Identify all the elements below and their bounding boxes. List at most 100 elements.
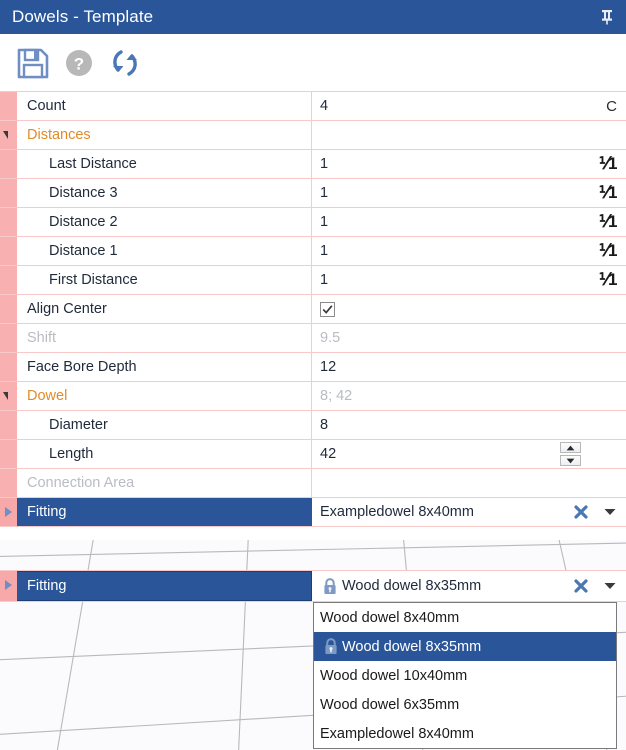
caret-down-icon [566, 458, 575, 463]
property-value-text: 1 [320, 214, 329, 230]
property-row[interactable]: Fitting Exampledowel 8x40mm [0, 498, 626, 527]
expander-expanded-icon[interactable] [3, 131, 8, 139]
property-value-text: 1 [320, 185, 329, 201]
property-value[interactable]: 1 [312, 208, 586, 236]
row-gutter [0, 179, 17, 207]
property-row[interactable]: Connection Area [0, 469, 626, 498]
stepper-up-button[interactable] [560, 442, 581, 453]
property-value[interactable]: 4 [312, 92, 586, 120]
property-value-text: 1 [320, 243, 329, 259]
property-value-text: 1 [320, 156, 329, 172]
refresh-arrows-icon [113, 49, 137, 76]
value-column-header: C [606, 97, 617, 115]
property-name: Length [17, 440, 312, 468]
property-value[interactable] [312, 295, 586, 323]
property-value[interactable]: 8 [312, 411, 586, 439]
row-gutter [0, 411, 17, 439]
property-row[interactable]: First Distance 1 ⅟1 [0, 266, 626, 295]
dropdown-item-label: Wood dowel 10x40mm [320, 667, 468, 684]
property-row[interactable]: Count 4 C [0, 91, 626, 121]
window-titlebar[interactable]: Dowels - Template [0, 0, 626, 34]
property-value-text: 8; 42 [320, 388, 353, 404]
stepper-down-button[interactable] [560, 455, 581, 466]
property-row[interactable]: Last Distance 1 ⅟1 [0, 150, 626, 179]
property-row[interactable]: Shift 9.5 [0, 324, 626, 353]
refresh-button[interactable] [102, 40, 148, 86]
property-value-text: 9.5 [320, 330, 341, 346]
property-row[interactable]: Distance 3 1 ⅟1 [0, 179, 626, 208]
property-value[interactable]: 1 [312, 266, 586, 294]
row-gutter [0, 440, 17, 468]
property-row[interactable]: Diameter 8 [0, 411, 626, 440]
svg-text:?: ? [74, 54, 84, 73]
unit-cell: ⅟1 [586, 150, 626, 178]
property-value-text: 8 [320, 417, 329, 433]
pin-icon[interactable] [592, 0, 622, 34]
property-value[interactable]: 8; 42 [312, 382, 586, 410]
property-name: Align Center [17, 295, 312, 323]
lower-fitting-label: Fitting [17, 571, 312, 601]
property-value[interactable]: 42 [312, 440, 586, 468]
checkmark-icon [322, 304, 333, 314]
dropdown-item[interactable]: Wood dowel 6x35mm [314, 690, 616, 719]
lower-fitting-combo[interactable]: Wood dowel 8x35mm [312, 571, 626, 601]
dropdown-item-label: Wood dowel 8x40mm [320, 609, 460, 626]
toolbar: ? [0, 34, 626, 91]
dropdown-item[interactable]: Wood dowel 8x40mm [314, 603, 616, 632]
property-value[interactable]: 1 [312, 179, 586, 207]
fraction-unit[interactable]: ⅟1 [599, 270, 618, 290]
unit-cell: ⅟1 [586, 179, 626, 207]
chevron-down-icon[interactable] [603, 505, 617, 519]
row-gutter [0, 208, 17, 236]
property-value-text: Exampledowel 8x40mm [320, 504, 474, 520]
row-gutter [0, 469, 17, 497]
dropdown-item-label: Wood dowel 6x35mm [320, 696, 460, 713]
window-title: Dowels - Template [12, 7, 154, 26]
property-grid: Count 4 C Distances Last Distance 1 ⅟1 Distance… [0, 91, 626, 527]
length-stepper[interactable] [560, 442, 581, 466]
align-center-checkbox[interactable] [320, 301, 335, 317]
property-row[interactable]: Distances [0, 121, 626, 150]
clear-x-icon[interactable] [572, 503, 590, 521]
fraction-unit[interactable]: ⅟1 [599, 241, 618, 261]
chevron-down-icon[interactable] [603, 579, 617, 593]
row-gutter [0, 92, 17, 120]
row-gutter [0, 266, 17, 294]
caret-up-icon [566, 445, 575, 450]
property-value[interactable]: 1 [312, 150, 586, 178]
property-name: Count [17, 92, 312, 120]
clear-x-glyph [574, 579, 588, 593]
dropdown-item[interactable]: Exampledowel 8x40mm [314, 719, 616, 748]
lower-fitting-row[interactable]: Fitting Wood dowel 8x35mm [0, 570, 626, 602]
expander-expanded-icon[interactable] [3, 392, 8, 400]
property-row[interactable]: Distance 1 1 ⅟1 [0, 237, 626, 266]
fitting-dropdown-list[interactable]: Wood dowel 8x40mm Wood dowel 8x35mm Wood d… [313, 602, 617, 749]
row-gutter [0, 353, 17, 381]
property-value[interactable]: 1 [312, 237, 586, 265]
property-row[interactable]: Face Bore Depth 12 [0, 353, 626, 382]
chevron-right-icon[interactable] [5, 580, 12, 590]
dropdown-item[interactable]: Wood dowel 10x40mm [314, 661, 616, 690]
property-value[interactable]: Exampledowel 8x40mm [312, 498, 626, 526]
property-name: Shift [17, 324, 312, 352]
fraction-unit[interactable]: ⅟1 [599, 154, 618, 174]
fraction-unit[interactable]: ⅟1 [599, 212, 618, 232]
fraction-unit[interactable]: ⅟1 [599, 183, 618, 203]
property-row[interactable]: Align Center [0, 295, 626, 324]
dropdown-item[interactable]: Wood dowel 8x35mm [314, 632, 616, 661]
floppy-disk-icon [17, 48, 49, 78]
unit-cell [586, 295, 626, 323]
property-row[interactable]: Length 42 [0, 440, 626, 469]
property-row[interactable]: Distance 2 1 ⅟1 [0, 208, 626, 237]
property-name: Connection Area [17, 469, 312, 497]
property-row[interactable]: Dowel 8; 42 [0, 382, 626, 411]
clear-x-icon[interactable] [572, 577, 590, 595]
property-value[interactable] [312, 121, 586, 149]
unit-cell [586, 469, 626, 497]
lock-glyph [324, 577, 336, 594]
help-button[interactable]: ? [56, 40, 102, 86]
unit-cell: C [586, 92, 626, 120]
save-button[interactable] [10, 40, 56, 86]
expander-collapsed-icon[interactable] [5, 507, 12, 517]
property-value[interactable]: 12 [312, 353, 586, 381]
